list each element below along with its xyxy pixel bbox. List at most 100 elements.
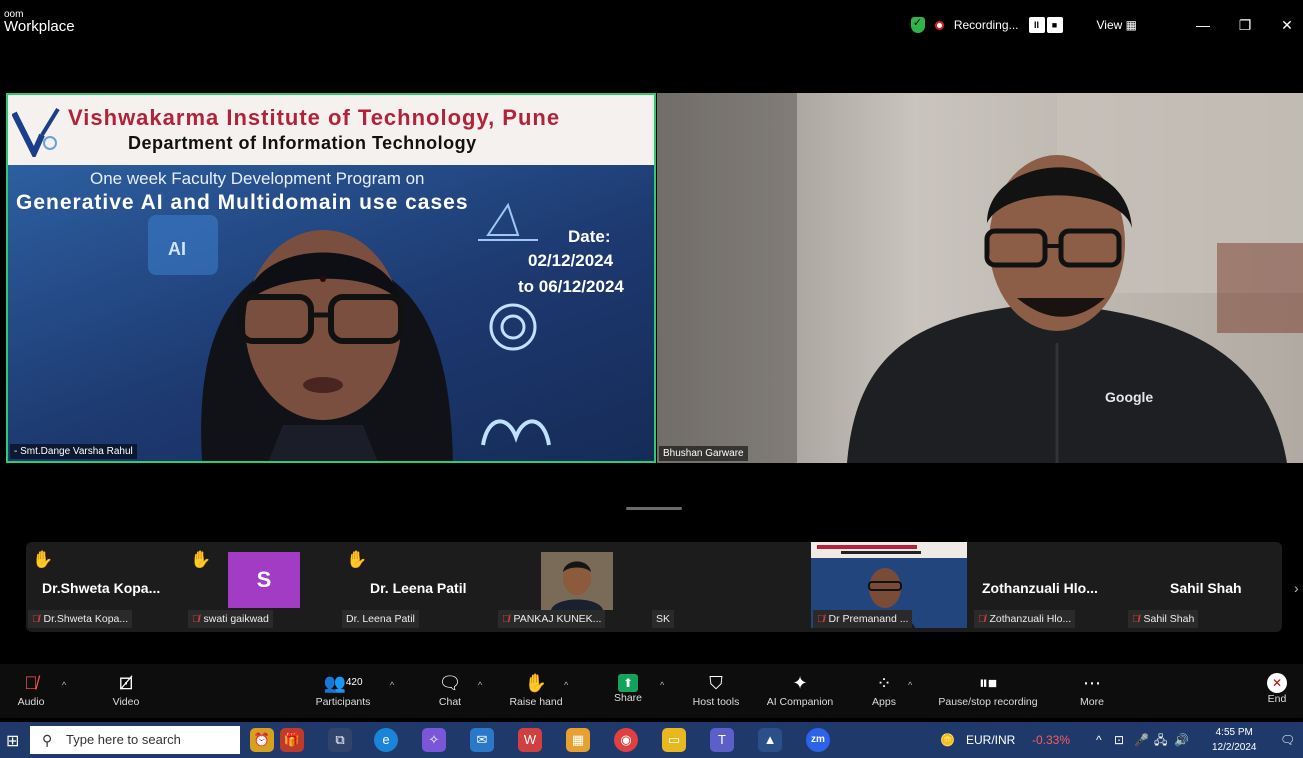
mic-muted-icon: 🎙̸ — [1132, 614, 1140, 625]
file-explorer-icon[interactable]: ▭ — [662, 728, 686, 752]
taskbar-search-box[interactable]: ⚲ Type here to search — [30, 726, 240, 754]
view-button[interactable]: View ▦ — [1097, 18, 1137, 32]
more-label: More — [1080, 696, 1104, 708]
zoom-app-icon[interactable]: zm — [806, 728, 830, 752]
microphone-tray-icon[interactable]: 🎤 — [1134, 722, 1149, 758]
spacer — [0, 48, 1303, 92]
participant-label-text: PANKAJ KUNEK... — [513, 613, 602, 625]
tray-chevron-icon[interactable]: ^ — [1096, 722, 1102, 758]
participant-tile[interactable]: 🎙̸ PANKAJ KUNEK... — [496, 542, 646, 632]
end-label: End — [1267, 693, 1287, 705]
pause-recording-button[interactable]: II — [1028, 17, 1045, 33]
video-button[interactable]: ⊡̸ Video — [106, 670, 146, 708]
share-options-chevron-icon[interactable]: ^ — [660, 680, 664, 690]
participants-button[interactable]: 👥420 Participants — [308, 670, 378, 708]
currency-widget-icon[interactable]: 🪙 — [940, 722, 955, 758]
participant-name: Sahil Shah — [1170, 580, 1242, 596]
recording-dot-icon — [934, 20, 944, 30]
participant-label: 🎙̸ Dr Premanand ... — [813, 610, 913, 628]
raise-hand-options-chevron-icon[interactable]: ^ — [564, 680, 568, 690]
participants-count: 420 — [345, 677, 363, 688]
share-button[interactable]: ⬆ Share — [608, 670, 648, 704]
raised-hand-icon: ✋ — [346, 550, 368, 569]
participants-options-chevron-icon[interactable]: ^ — [390, 680, 394, 690]
chat-options-chevron-icon[interactable]: ^ — [478, 680, 482, 690]
ai-companion-button[interactable]: ✦ AI Companion — [760, 670, 840, 708]
participant-name: Dr.Shweta Kopa... — [42, 580, 161, 596]
end-meeting-button[interactable]: ✕ End — [1262, 670, 1292, 705]
vit-logo-icon — [12, 107, 60, 157]
tray-app-icon[interactable]: ⊡ — [1114, 722, 1124, 758]
minimize-button[interactable]: — — [1187, 17, 1219, 33]
clock-time: 4:55 PM — [1215, 727, 1253, 738]
clock-date: 12/2/2024 — [1212, 742, 1257, 753]
restore-button[interactable]: ❐ — [1229, 17, 1261, 34]
windows-start-icon[interactable]: ⊞ — [6, 731, 19, 751]
more-button[interactable]: ⋯ More — [1074, 670, 1110, 708]
participant-tile[interactable]: ✋ Dr. Leena Patil Dr. Leena Patil — [342, 542, 502, 632]
copilot-icon[interactable]: ✧ — [422, 728, 446, 752]
chat-button[interactable]: 🗨 Chat — [432, 670, 468, 708]
participant-label-text: swati gaikwad — [203, 613, 269, 625]
apps-options-chevron-icon[interactable]: ^ — [908, 680, 912, 690]
teams-icon[interactable]: T — [710, 728, 734, 752]
participant-name: Zothanzuali Hlo... — [982, 580, 1098, 596]
pause-stop-recording-button[interactable]: ⏸⏹ Pause/stop recording — [928, 670, 1048, 708]
participant-tile[interactable]: Sahil Shah 🎙̸ Sahil Shah — [1126, 542, 1276, 632]
host-tools-label: Host tools — [692, 696, 740, 708]
wps-office-icon[interactable]: W — [518, 728, 542, 752]
host-tools-button[interactable]: ⛉ Host tools — [686, 670, 746, 708]
participants-label: Participants — [315, 696, 371, 708]
task-view-icon[interactable]: ⧉ — [328, 728, 352, 752]
participant-label: 🎙̸ swati gaikwad — [188, 610, 273, 628]
close-button[interactable]: ✕ — [1271, 17, 1303, 34]
slide-date-to: to 06/12/2024 — [518, 277, 624, 296]
apps-button[interactable]: ⁘ Apps — [866, 670, 902, 708]
avatar: S — [228, 552, 300, 608]
video-tile-active-speaker[interactable]: Vishwakarma Institute of Technology, Pun… — [6, 93, 656, 463]
participant-label: 🎙̸ Dr.Shweta Kopa... — [28, 610, 133, 628]
participant-tile[interactable]: SK — [652, 542, 802, 632]
resize-handle[interactable] — [626, 507, 682, 510]
participant-label-text: Dr.Shweta Kopa... — [43, 613, 129, 625]
encryption-shield-icon[interactable] — [910, 16, 925, 33]
participant-tile[interactable]: Zothanzuali Hlo... 🎙̸ Zothanzuali Hlo... — [972, 542, 1122, 632]
view-label: View — [1096, 18, 1123, 32]
next-page-arrow-icon[interactable]: › — [1294, 580, 1299, 596]
pause-stop-icon: ⏸⏹ — [979, 673, 997, 693]
stop-recording-button[interactable]: ■ — [1046, 17, 1063, 33]
participant-tile[interactable]: ✋ Dr.Shweta Kopa... 🎙̸ Dr.Shweta Kopa... — [26, 542, 186, 632]
raise-hand-button[interactable]: ✋ Raise hand — [506, 670, 566, 708]
end-icon: ✕ — [1267, 673, 1287, 693]
video-off-icon: ⊡̸ — [118, 673, 134, 693]
mic-muted-icon: 🎙̸ — [24, 673, 38, 693]
grid-icon: ▦ — [1125, 18, 1137, 32]
title-bar: oom Workplace Recording... II ■ View ▦ —… — [0, 0, 1303, 48]
participant-label: 🎙̸ PANKAJ KUNEK... — [498, 610, 606, 628]
participant-name: Dr. Leena Patil — [370, 580, 467, 596]
chat-label: Chat — [438, 696, 462, 708]
participant-label-text: Sahil Shah — [1143, 613, 1195, 625]
mail-icon[interactable]: ✉ — [470, 728, 494, 752]
chrome-browser-icon[interactable]: ◉ — [614, 728, 638, 752]
alarm-clock-icon[interactable]: ⏰ — [250, 728, 274, 752]
taskbar-clock[interactable]: 4:55 PM 12/2/2024 — [1212, 725, 1257, 755]
raised-hand-icon: ✋ — [190, 550, 212, 569]
audio-button[interactable]: 🎙̸ Audio — [14, 670, 48, 708]
mic-muted-icon: 🎙̸ — [32, 614, 40, 625]
participant-tile[interactable]: ✋ S 🎙̸ swati gaikwad — [186, 542, 336, 632]
volume-icon[interactable]: 🔊 — [1174, 722, 1189, 758]
gift-icon[interactable]: 🎁 — [280, 728, 304, 752]
store-icon[interactable]: ▦ — [566, 728, 590, 752]
photos-icon[interactable]: ▲ — [758, 728, 782, 752]
network-icon[interactable]: 🖧 — [1154, 722, 1167, 758]
mic-muted-icon: 🎙̸ — [502, 614, 510, 625]
share-label: Share — [613, 692, 643, 704]
currency-pair[interactable]: EUR/INR — [966, 722, 1015, 758]
participant-tile[interactable]: 🎙̸ Dr Premanand ... — [811, 542, 967, 632]
audio-options-chevron-icon[interactable]: ^ — [62, 680, 66, 690]
video-tile-participant[interactable]: Google Bhushan Garware — [657, 93, 1303, 463]
edge-browser-icon[interactable]: e — [374, 728, 398, 752]
participant-label-text: Dr Premanand ... — [828, 613, 909, 625]
notification-center-icon[interactable]: 🗨 — [1280, 722, 1295, 758]
